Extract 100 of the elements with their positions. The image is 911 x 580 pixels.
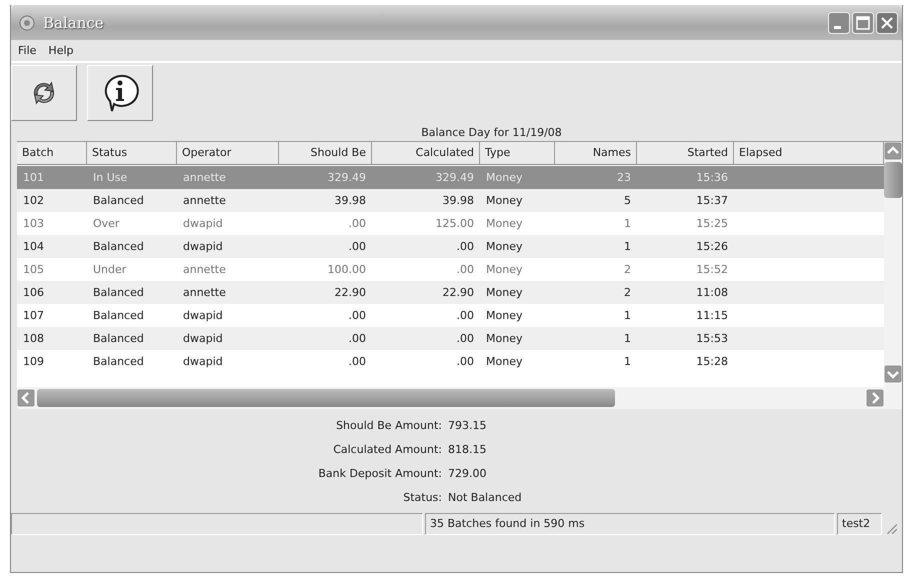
maximize-icon[interactable] [852,12,874,34]
column-header[interactable]: Calculated [372,142,480,164]
table-cell-text: Money [485,240,524,253]
table-cell-text: .00 [456,240,475,253]
menu-item[interactable]: Help [48,44,74,57]
table-cell-text: 108 [22,332,45,345]
summary-label: Bank Deposit Amount: [317,466,443,480]
table-cell-text: 1 [623,355,632,368]
scroll-left-icon[interactable] [17,389,35,407]
table-cell-text: 329.49 [326,171,367,184]
table-cell-text: 101 [22,171,45,184]
app-icon [19,14,35,30]
table-cell-text: .00 [348,217,367,230]
table-cell-text: 329.49 [434,171,475,184]
table-cell-text: Balanced [92,309,145,322]
summary-label: Calculated Amount: [332,442,443,456]
column-header[interactable]: Names [555,142,637,164]
table-cell-text: 23 [616,171,632,184]
table-row[interactable]: 103 Over dwapid .00 125.00 Money 1 15:25 [17,212,884,235]
table-cell-text: 15:36 [695,171,729,184]
table-cell-text: 109 [22,355,45,368]
menu-item[interactable]: File [18,44,36,57]
table-cell-text: 15:52 [695,263,729,276]
table-cell-text: Money [485,217,524,230]
table-cell-text: 107 [22,309,45,322]
table-cell-text: .00 [456,263,475,276]
table-cell-text: .00 [348,240,367,253]
table-cell-text: 15:26 [695,240,729,253]
table-row[interactable]: 108 Balanced dwapid .00 .00 Money 1 15:53 [17,327,884,350]
table-cell-text: dwapid [182,355,224,368]
summary-value: 818.15 [448,442,486,456]
table-cell-text: Balanced [92,194,145,207]
table-cell-text: .00 [456,332,475,345]
table-cell-text: 103 [22,217,45,230]
table-cell-text: 1 [623,332,632,345]
table-row[interactable]: 106 Balanced annette 22.90 22.90 Money 2 11:08 [17,281,884,304]
column-header[interactable]: Status [87,142,177,164]
table-row[interactable]: 105 Under annette 100.00 .00 Money 2 15:52 [17,258,884,281]
column-header[interactable]: Started [637,142,734,164]
horizontal-scrollbar[interactable] [17,387,884,409]
table-cell-text: Money [485,309,524,322]
table-cell-text: Balanced [92,286,145,299]
column-header[interactable]: Should Be [279,142,372,164]
table-cell-text: 22.90 [442,286,475,299]
table-cell-text: .00 [348,332,367,345]
table-cell-text: Balanced [92,332,145,345]
table-cell-text: Money [485,286,524,299]
table-cell-text: 106 [22,286,45,299]
table-cell-text: dwapid [182,332,224,345]
table-cell-text: Money [485,171,524,184]
info-button[interactable] [87,65,153,121]
table-cell-text: 11:15 [695,309,729,322]
table-cell-text: .00 [456,309,475,322]
table-cell-text: annette [182,171,227,184]
table-cell-text: dwapid [182,309,224,322]
table-cell-text: 11:08 [695,286,729,299]
close-icon[interactable] [876,12,898,34]
column-header[interactable]: Operator [177,142,279,164]
table-cell-text: annette [182,286,227,299]
table-cell-text: 102 [22,194,45,207]
table-row[interactable]: 109 Balanced dwapid .00 .00 Money 1 15:28 [17,350,884,373]
table-cell-text: In Use [92,171,128,184]
table-row[interactable]: 107 Balanced dwapid .00 .00 Money 1 11:15 [17,304,884,327]
table-cell-text: Balanced [92,355,145,368]
scroll-down-icon[interactable] [884,365,902,383]
table-cell-text: 1 [623,217,632,230]
table-cell-text: 1 [623,240,632,253]
scroll-right-icon[interactable] [866,389,884,407]
table-caption: Balance Day for 11/19/08 [420,125,563,141]
table-cell-text: 15:25 [695,217,729,230]
column-header[interactable]: Batch [17,142,87,164]
table-cell-text: Over [92,217,120,230]
table-cell-text: Balanced [92,240,145,253]
table-cell-text: dwapid [182,240,224,253]
column-header[interactable]: Type [480,142,555,164]
table-cell-text: 15:37 [695,194,729,207]
scroll-up-icon[interactable] [884,142,902,160]
table-cell-text: Money [485,263,524,276]
scrollbar-thumb[interactable] [37,389,615,407]
table-cell-text: 15:28 [695,355,729,368]
table-cell-text: 39.98 [442,194,475,207]
table-cell-text: Money [485,332,524,345]
table-cell-text: .00 [348,309,367,322]
table-cell-text: 100.00 [326,263,367,276]
scrollbar-thumb[interactable] [884,162,902,198]
window-title: Balance [43,14,104,32]
table-cell-text: 125.00 [434,217,475,230]
table-cell-text: .00 [348,355,367,368]
minimize-icon[interactable] [828,12,850,34]
table-row[interactable]: 102 Balanced annette 39.98 39.98 Money 5 15:37 [17,189,884,212]
refresh-button[interactable] [11,65,77,121]
table-row[interactable]: 104 Balanced dwapid .00 .00 Money 1 15:26 [17,235,884,258]
table-cell-text: 1 [623,309,632,322]
table-cell-text: 2 [623,263,632,276]
table-cell-text: 104 [22,240,45,253]
summary-value: Not Balanced [448,490,522,504]
summary-value: 729.00 [448,466,486,480]
vertical-scrollbar[interactable] [884,142,902,409]
table-cell-text: 22.90 [334,286,367,299]
table-cell-text: Money [485,355,524,368]
